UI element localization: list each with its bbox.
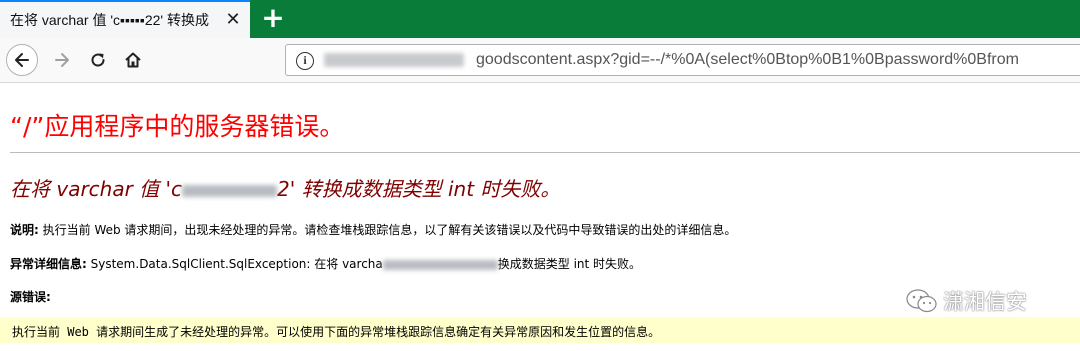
watermark-text: 潇湘信安	[943, 290, 1027, 314]
forward-button[interactable]	[46, 44, 78, 76]
redacted-host	[324, 53, 464, 67]
source-error-line: 源错误:	[10, 288, 51, 305]
plus-icon[interactable]: +	[258, 4, 288, 34]
wechat-icon	[906, 289, 937, 313]
error-heading-prefix: 在将 varchar 值 'c	[10, 177, 183, 201]
tab-title: 在将 varchar 值 'c▪▪▪▪▪22' 转换成	[10, 12, 209, 28]
back-arrow-icon	[15, 53, 29, 67]
error-heading-suffix: 2' 转换成数据类型 int 时失败。	[277, 177, 561, 201]
exception-text-suffix: 换成数据类型 int 时失败。	[497, 257, 642, 271]
active-tab[interactable]: 在将 varchar 值 'c▪▪▪▪▪22' 转换成 ✕	[0, 0, 250, 38]
source-error-text: 执行当前 Web 请求期间生成了未经处理的异常。可以使用下面的异常堆栈跟踪信息确…	[12, 325, 661, 339]
source-error-box: 执行当前 Web 请求期间生成了未经处理的异常。可以使用下面的异常堆栈跟踪信息确…	[0, 317, 1080, 343]
divider	[10, 152, 1080, 153]
reload-icon	[91, 53, 105, 67]
redacted-value	[382, 259, 498, 270]
exception-label: 异常详细信息:	[10, 257, 87, 271]
watermark: 潇湘信安	[905, 286, 1027, 316]
description-label: 说明:	[10, 223, 39, 237]
redacted-value	[182, 184, 278, 197]
source-error-label: 源错误:	[10, 290, 51, 304]
home-icon	[125, 52, 141, 68]
description-text: 执行当前 Web 请求期间，出现未经处理的异常。请检查堆栈跟踪信息，以了解有关该…	[38, 223, 737, 237]
back-button[interactable]	[6, 44, 38, 76]
url-bar[interactable]: i goodscontent.aspx?gid=--/*%0A(select%0…	[285, 44, 1080, 76]
forward-arrow-icon	[55, 53, 69, 67]
exception-text-prefix: System.Data.SqlClient.SqlException: 在将 v…	[86, 257, 383, 271]
info-icon[interactable]: i	[296, 52, 314, 70]
error-heading: 在将 varchar 值 'c 2' 转换成数据类型 int 时失败。	[10, 173, 560, 202]
description-line: 说明: 执行当前 Web 请求期间，出现未经处理的异常。请检查堆栈跟踪信息，以了…	[10, 221, 736, 238]
exception-line: 异常详细信息: System.Data.SqlClient.SqlExcepti…	[10, 255, 641, 272]
close-icon[interactable]: ✕	[224, 11, 242, 29]
url-text[interactable]: goodscontent.aspx?gid=--/*%0A(select%0Bt…	[476, 51, 1071, 69]
home-button[interactable]	[117, 44, 149, 76]
reload-button[interactable]	[82, 44, 114, 76]
navigation-bar: i goodscontent.aspx?gid=--/*%0A(select%0…	[0, 38, 1080, 83]
tab-strip: 在将 varchar 值 'c▪▪▪▪▪22' 转换成 ✕ +	[0, 0, 1080, 38]
page-title: “/”应用程序中的服务器错误。	[10, 112, 345, 141]
